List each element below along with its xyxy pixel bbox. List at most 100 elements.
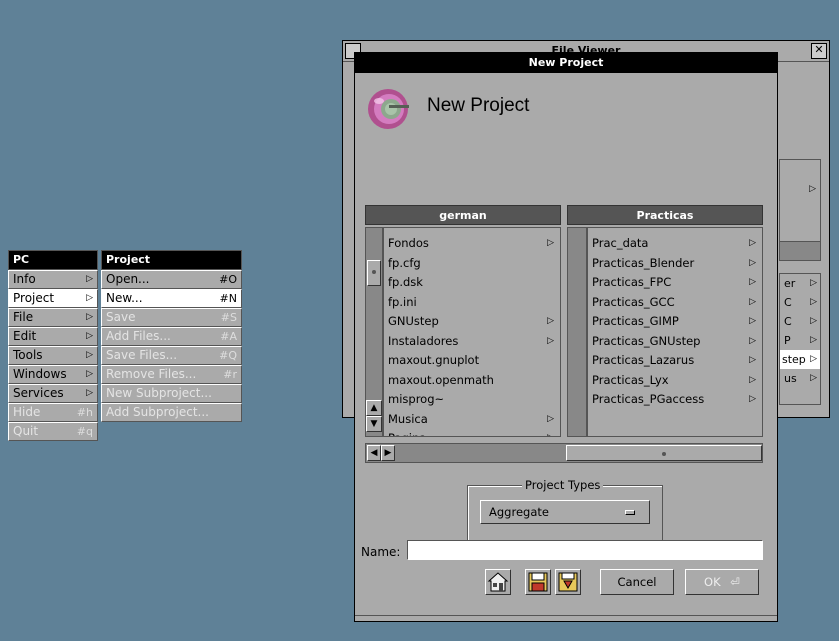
chevron-right-icon: ▷ (810, 278, 817, 288)
scroll-down-button[interactable]: ▼ (366, 416, 382, 432)
pc-menu-title[interactable]: PC (8, 250, 98, 270)
scroll-right-button[interactable]: ▶ (381, 445, 395, 461)
pc-menu-item[interactable]: File ▷ (8, 308, 98, 327)
pc-menu-item[interactable]: Services ▷ (8, 384, 98, 403)
browser-item[interactable]: Practicas_Lyx ▷ (588, 371, 762, 391)
chevron-right-icon: ▷ (547, 316, 554, 326)
pc-menu: PC Info ▷ Project ▷ File ▷ Edit ▷ Tools ▷ Windows ▷… (8, 250, 98, 441)
browser-item[interactable]: maxout.openmath (384, 371, 560, 391)
pc-menu-item[interactable]: Project ▷ (8, 289, 98, 308)
home-button[interactable] (485, 569, 511, 595)
browser-item-label: fp.ini (388, 294, 417, 309)
project-menu-item[interactable]: Add Subproject... (101, 403, 242, 422)
new-project-heading: New Project (427, 95, 530, 116)
scroll-knob[interactable] (367, 260, 381, 286)
file-viewer-list-item[interactable]: step ▷ (780, 350, 820, 369)
file-viewer-list: er ▷ C ▷ C ▷ P ▷ step ▷ us ▷ (779, 273, 821, 405)
project-types-label: Project Types (522, 478, 604, 492)
browser-item-label: misprog~ (388, 392, 445, 406)
ok-button[interactable]: OK ⏎ (685, 569, 759, 595)
file-viewer-list-item[interactable]: C ▷ (780, 312, 820, 331)
submenu-arrow-icon: ▷ (86, 293, 93, 303)
browser-item-label: Practicas_PGaccess (592, 392, 705, 406)
browser-scrollbar-2[interactable] (567, 227, 587, 437)
file-viewer-item-label: C (784, 315, 792, 328)
project-menu-item[interactable]: Open... #O (101, 270, 242, 289)
chevron-right-icon: ▷ (810, 316, 817, 326)
project-menu-item[interactable]: Save #S (101, 308, 242, 327)
project-menu-item[interactable]: Save Files... #Q (101, 346, 242, 365)
browser-item-label: maxout.gnuplot (388, 353, 480, 367)
file-viewer-list-item[interactable]: er ▷ (780, 274, 820, 293)
scroll-up-button[interactable]: ▲ (366, 400, 382, 416)
menu-item-label: Add Files... (106, 329, 171, 343)
pc-menu-item[interactable]: Hide #h (8, 403, 98, 422)
browser-item[interactable]: fp.ini (384, 293, 560, 313)
browser-item[interactable]: misprog~ (384, 390, 560, 410)
chevron-right-icon: ▷ (810, 373, 817, 383)
menu-item-label: Save (106, 310, 136, 324)
pc-menu-item[interactable]: Edit ▷ (8, 327, 98, 346)
browser-item[interactable]: Practicas_FPC ▷ (588, 273, 762, 293)
menu-item-shortcut: #S (220, 311, 237, 324)
project-menu-title[interactable]: Project (101, 250, 242, 270)
chevron-right-icon: ▷ (810, 297, 817, 307)
browser-item[interactable]: Practicas_GIMP ▷ (588, 312, 762, 332)
chevron-right-icon: ▷ (749, 296, 756, 307)
pc-menu-item[interactable]: Info ▷ (8, 270, 98, 289)
browser-item[interactable]: GNUstep ▷ (384, 312, 560, 332)
load-disk-button[interactable] (555, 569, 581, 595)
project-menu-item[interactable]: New Subproject... (101, 384, 242, 403)
cancel-button[interactable]: Cancel (600, 569, 674, 595)
browser-item[interactable]: fp.cfg (384, 254, 560, 274)
cancel-label: Cancel (617, 575, 657, 589)
browser-item[interactable]: Practicas_Blender ▷ (588, 254, 762, 274)
browser-item[interactable]: Pagina ▷ (384, 429, 560, 436)
browser-item[interactable]: Prac_data ▷ (588, 234, 762, 254)
floppy-disk-icon (528, 572, 548, 592)
name-field[interactable] (407, 540, 763, 560)
browser-item[interactable]: Practicas_PGaccess ▷ (588, 390, 762, 410)
browser-item[interactable]: fp.dsk (384, 273, 560, 293)
browser-list-2: Prac_data ▷ Practicas_Blender ▷ Practicas_FP… (587, 227, 763, 437)
close-button[interactable]: ✕ (811, 43, 827, 59)
horizontal-scroll-knob[interactable] (566, 445, 762, 461)
chevron-right-icon: ▷ (809, 184, 816, 194)
browser-item-label: GNUstep (388, 314, 439, 328)
project-menu: Project Open... #O New... #N Save #S Add Files… (101, 250, 242, 422)
file-viewer-item-label: us (784, 372, 797, 385)
project-menu-item[interactable]: New... #N (101, 289, 242, 308)
resize-bar[interactable] (355, 615, 777, 621)
file-viewer-list-item[interactable]: P ▷ (780, 331, 820, 350)
pc-menu-item[interactable]: Quit #q (8, 422, 98, 441)
browser-item[interactable]: Practicas_GCC ▷ (588, 293, 762, 313)
file-viewer-shelf: ▷ (779, 159, 821, 245)
pc-menu-item[interactable]: Tools ▷ (8, 346, 98, 365)
browser-scrollbar-1[interactable]: ▲ ▼ (365, 227, 383, 437)
browser-item[interactable]: Musica ▷ (384, 410, 560, 430)
file-viewer-list-item[interactable]: us ▷ (780, 369, 820, 388)
new-project-titlebar[interactable]: New Project (355, 53, 777, 73)
file-viewer-list-item[interactable]: C ▷ (780, 293, 820, 312)
browser-item[interactable]: Practicas_Lazarus ▷ (588, 351, 762, 371)
menu-item-label: File (13, 310, 34, 324)
project-menu-item[interactable]: Add Files... #A (101, 327, 242, 346)
submenu-arrow-icon: ▷ (86, 350, 93, 360)
browser-item-label: Practicas_Blender (592, 255, 695, 270)
menu-item-shortcut: #N (219, 292, 237, 305)
project-menu-item[interactable]: Remove Files... #r (101, 365, 242, 384)
menu-item-label: Remove Files... (106, 367, 197, 381)
popup-menu-icon (625, 510, 635, 515)
scroll-left-button[interactable]: ◀ (367, 445, 381, 461)
browser-horizontal-scroller[interactable]: ◀ ▶ (365, 443, 763, 463)
chevron-right-icon: ▷ (749, 238, 756, 248)
browser-item[interactable]: Practicas_GNUstep ▷ (588, 332, 762, 352)
menu-item-label: Info (13, 272, 36, 286)
browser-item[interactable]: Instaladores ▷ (384, 332, 560, 352)
browser-item-label: Musica (388, 411, 428, 426)
save-disk-button[interactable] (525, 569, 551, 595)
browser-item[interactable]: Fondos ▷ (384, 234, 560, 254)
pc-menu-item[interactable]: Windows ▷ (8, 365, 98, 384)
browser-item[interactable]: maxout.gnuplot (384, 351, 560, 371)
project-type-popup[interactable]: Aggregate (480, 500, 650, 524)
